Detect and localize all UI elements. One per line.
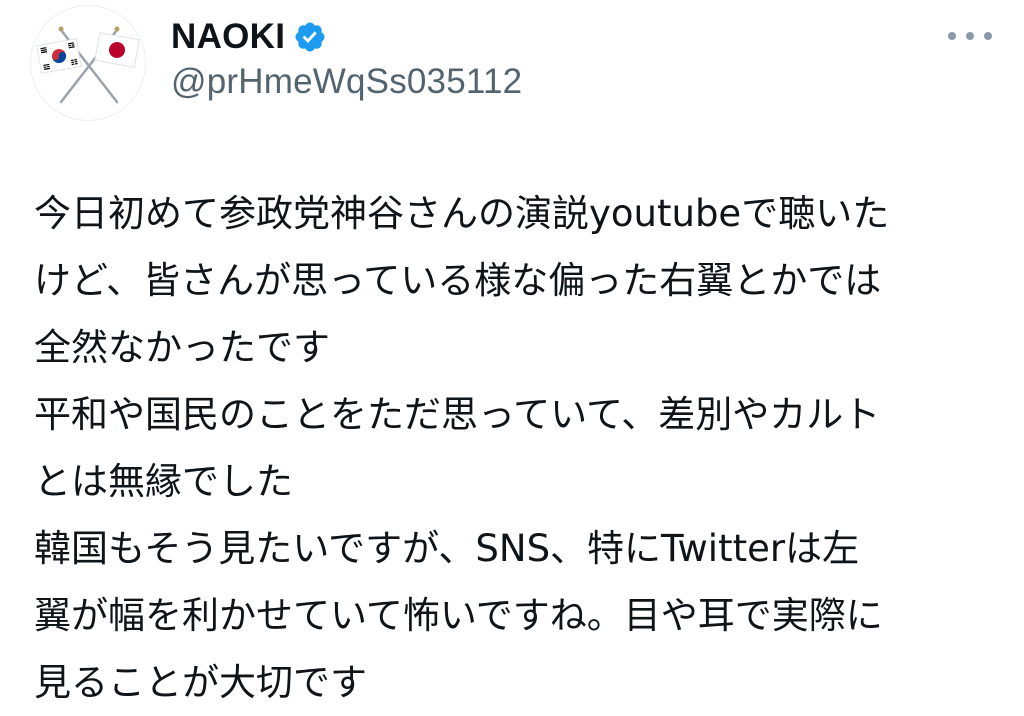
tweet-text-line: 翼が幅を利かせていて怖いですね。目や耳で実際に [34, 594, 883, 637]
author-handle[interactable]: @prHmeWqSs035112 [171, 62, 522, 102]
tweet-text-line: けど、皆さんが思っている様な偏った右翼とかでは [34, 259, 882, 302]
author-name-row: NAOKI [171, 12, 327, 62]
more-options-icon [948, 32, 956, 40]
more-options-icon [984, 32, 992, 40]
display-name[interactable]: NAOKI [171, 17, 285, 57]
tweet-text-line: 全然なかったです [34, 326, 330, 369]
tweet-text: 今日初めて参政党神谷さんの演説youtubeで聴いた けど、皆さんが思っている様… [34, 180, 999, 716]
verified-badge-icon [293, 20, 327, 54]
crossed-flags-korea-japan-icon [36, 26, 140, 104]
tweet-text-line: とは無縁でした [34, 460, 293, 503]
more-options-button[interactable] [948, 24, 992, 48]
tweet: NAOKI @prHmeWqSs035112 今日初めて参政党神谷さんの演説yo… [0, 0, 1024, 713]
tweet-text-line: 見ることが大切です [34, 661, 367, 704]
tweet-text-line: 韓国もそう見たいですが、SNS、特にTwitterは左 [34, 527, 860, 570]
tweet-text-line: 今日初めて参政党神谷さんの演説youtubeで聴いた [34, 192, 890, 235]
avatar[interactable] [30, 5, 146, 121]
more-options-icon [966, 32, 974, 40]
tweet-text-line: 平和や国民のことをただ思っていて、差別やカルト [34, 393, 881, 436]
